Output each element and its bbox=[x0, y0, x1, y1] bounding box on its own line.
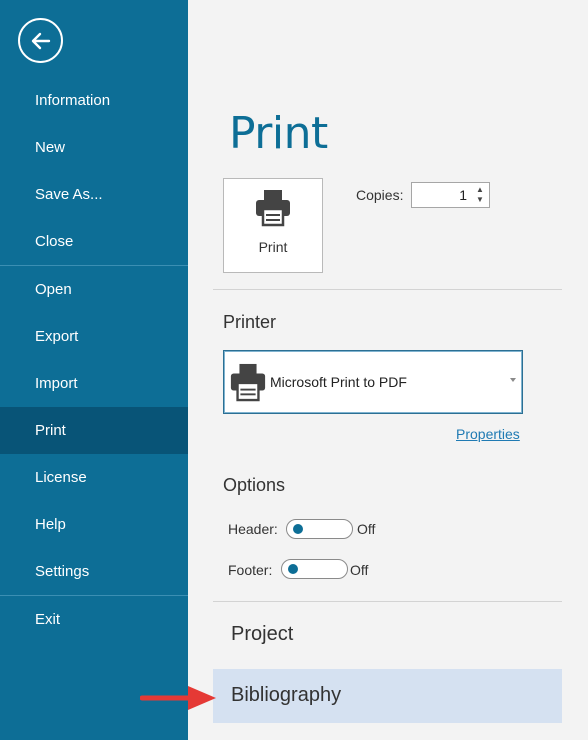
red-arrow-icon bbox=[140, 686, 216, 710]
nav-item-label: Import bbox=[35, 375, 78, 392]
nav-item-close[interactable]: Close bbox=[0, 218, 188, 265]
print-button-label: Print bbox=[258, 239, 288, 255]
nav-item-save-as[interactable]: Save As... bbox=[0, 171, 188, 218]
toggle-knob bbox=[288, 564, 298, 574]
nav-item-label: New bbox=[35, 139, 66, 156]
print-target-project[interactable]: Project bbox=[231, 623, 293, 646]
nav-item-label: Save As... bbox=[35, 186, 103, 203]
nav-item-open[interactable]: Open bbox=[0, 266, 188, 313]
nav-item-label: Information bbox=[35, 92, 111, 109]
bibliography-label: Bibliography bbox=[231, 684, 342, 706]
header-label: Header: bbox=[228, 521, 278, 537]
spin-down-icon[interactable]: ▼ bbox=[475, 195, 485, 205]
properties-link[interactable]: Properties bbox=[456, 426, 520, 442]
nav-item-label: Open bbox=[35, 281, 72, 298]
nav-item-label: Settings bbox=[35, 563, 90, 580]
print-button[interactable]: Print bbox=[223, 178, 323, 273]
nav-item-settings[interactable]: Settings bbox=[0, 548, 188, 595]
nav-item-label: License bbox=[35, 469, 87, 486]
nav-item-print[interactable]: Print bbox=[0, 407, 188, 454]
nav-item-label: Export bbox=[35, 328, 79, 345]
header-toggle-state: Off bbox=[357, 521, 376, 537]
page-title: Print bbox=[229, 108, 328, 159]
section-divider bbox=[213, 289, 562, 290]
header-toggle[interactable] bbox=[286, 519, 353, 539]
nav-item-import[interactable]: Import bbox=[0, 360, 188, 407]
nav-item-export[interactable]: Export bbox=[0, 313, 188, 360]
footer-toggle-state: Off bbox=[350, 562, 369, 578]
spin-up-icon[interactable]: ▲ bbox=[475, 185, 485, 195]
copies-value: 1 bbox=[459, 187, 467, 203]
backstage-sidebar: Information New Save As... Close Open Ex… bbox=[0, 0, 188, 740]
nav-item-label: Exit bbox=[35, 611, 61, 628]
copies-stepper[interactable]: 1 ▲ ▼ bbox=[411, 182, 490, 208]
options-heading: Options bbox=[223, 475, 286, 495]
nav-item-label: Close bbox=[35, 233, 74, 250]
copies-label: Copies: bbox=[356, 187, 404, 203]
footer-toggle[interactable] bbox=[281, 559, 348, 579]
chevron-down-icon bbox=[510, 378, 516, 382]
footer-label: Footer: bbox=[228, 562, 273, 578]
nav-item-help[interactable]: Help bbox=[0, 501, 188, 548]
printer-dropdown[interactable]: Microsoft Print to PDF bbox=[223, 350, 523, 414]
nav-item-label: Print bbox=[35, 422, 66, 439]
nav-item-license[interactable]: License bbox=[0, 454, 188, 501]
print-target-bibliography[interactable]: Bibliography bbox=[213, 669, 562, 723]
selected-printer: Microsoft Print to PDF bbox=[270, 374, 407, 390]
arrow-left-icon bbox=[31, 32, 50, 49]
printer-icon bbox=[230, 363, 266, 402]
nav-item-new[interactable]: New bbox=[0, 124, 188, 171]
section-divider bbox=[213, 601, 562, 602]
nav-item-information[interactable]: Information bbox=[0, 77, 188, 124]
nav-item-label: Help bbox=[35, 516, 66, 533]
printer-heading: Printer bbox=[223, 312, 277, 332]
back-button[interactable] bbox=[18, 18, 63, 63]
toggle-knob bbox=[293, 524, 303, 534]
printer-icon bbox=[256, 190, 290, 227]
nav-item-exit[interactable]: Exit bbox=[0, 596, 188, 643]
